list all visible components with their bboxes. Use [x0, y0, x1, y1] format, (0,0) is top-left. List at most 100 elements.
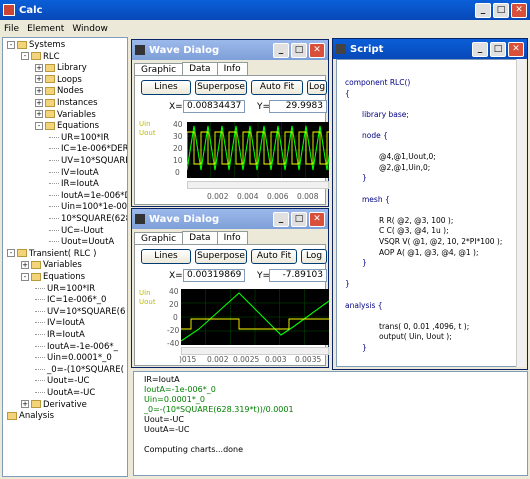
horizontal-scrollbar[interactable] — [181, 347, 329, 355]
tree-item[interactable]: + Derivative — [21, 400, 87, 411]
tree-item[interactable]: + Variables — [35, 110, 96, 121]
close-button[interactable]: ✕ — [511, 2, 527, 18]
x-value-field[interactable]: 0.00834437 — [183, 100, 245, 113]
console-line: UoutA=-UC — [144, 425, 190, 434]
script-editor[interactable]: component RLC(){library base; node {@4,@1… — [336, 59, 519, 367]
tree-item[interactable]: Uin=0.0001*_0 — [35, 353, 112, 364]
tree-item[interactable]: IR=IoutA — [35, 330, 85, 341]
tree-item[interactable]: UV=10*SQUARE(6 — [35, 307, 125, 318]
close-button[interactable]: ✕ — [309, 211, 325, 227]
code-line: { — [345, 88, 350, 98]
tree-item[interactable]: - Equations — [35, 121, 99, 132]
maximize-button[interactable]: □ — [291, 42, 307, 58]
close-button[interactable]: ✕ — [508, 41, 524, 57]
expand-icon[interactable]: + — [35, 75, 43, 84]
tab-data[interactable]: Data — [182, 231, 218, 244]
tree-item[interactable]: UR=100*IR — [49, 133, 109, 144]
menu-file[interactable]: File — [4, 24, 19, 34]
maximize-button[interactable]: □ — [291, 211, 307, 227]
tree-item[interactable]: - Equations — [21, 272, 85, 283]
tree-item[interactable]: - Transient( RLC ) — [7, 249, 96, 260]
tree-item[interactable]: IoutA=1e-006*DE — [49, 191, 127, 202]
menu-element[interactable]: Element — [27, 24, 64, 34]
wave-dialog-2-titlebar[interactable]: Wave Dialog _ □ ✕ — [132, 209, 328, 229]
tree-item[interactable]: IC=1e-006*DER(UL — [49, 144, 127, 155]
tree-item[interactable]: 10*SQUARE(628.3 — [49, 214, 127, 225]
system-tree[interactable]: - Systems - RLC + Library + Loops + Nodes + Instanc… — [2, 37, 128, 477]
tab-info[interactable]: Info — [216, 231, 248, 244]
tree-item[interactable]: + Variables — [21, 260, 82, 271]
collapse-icon[interactable]: - — [7, 40, 15, 49]
code-line: trans( 0, 0.01 ,4096, t ); — [379, 321, 470, 331]
expand-icon[interactable]: + — [35, 63, 43, 72]
wave-dialog-1-titlebar[interactable]: Wave Dialog _ □ ✕ — [132, 40, 328, 60]
auto-fit-button[interactable]: Auto Fit — [251, 80, 303, 95]
tree-item[interactable]: IV=IoutA — [35, 318, 85, 329]
expand-icon[interactable]: + — [21, 400, 29, 409]
y-value-field[interactable]: -7.89103 — [269, 269, 327, 282]
minimize-button[interactable]: _ — [472, 41, 488, 57]
folder-icon — [45, 63, 55, 72]
tree-item[interactable]: Uin=100*1e-006* — [49, 202, 127, 213]
tree-item[interactable]: IC=1e-006*_0 — [35, 295, 106, 306]
tree-item[interactable]: + Instances — [35, 98, 98, 109]
wave-plot-2[interactable] — [181, 289, 329, 345]
tree-item[interactable]: UR=100*IR — [35, 284, 95, 295]
minimize-button[interactable]: _ — [475, 2, 491, 18]
tree-item[interactable]: IoutA=-1e-006*_ — [35, 342, 118, 353]
y-value-field[interactable]: 29.9983 — [269, 100, 327, 113]
graphic-panel: Lines Superpose Auto Fit Log Sc X= 0.003… — [134, 244, 329, 366]
auto-fit-button[interactable]: Auto Fit — [251, 249, 297, 264]
tree-item[interactable]: UV=10*SQUARE(6 — [49, 156, 127, 167]
superpose-button[interactable]: Superpose — [195, 80, 247, 95]
vertical-scrollbar[interactable] — [516, 59, 526, 367]
x-tick: 0.0035 — [295, 355, 322, 364]
x-tick: 0.003 — [265, 355, 287, 364]
collapse-icon[interactable]: - — [21, 52, 29, 61]
tab-data[interactable]: Data — [182, 62, 218, 75]
maximize-button[interactable]: □ — [493, 2, 509, 18]
expand-icon[interactable]: + — [35, 86, 43, 95]
maximize-button[interactable]: □ — [490, 41, 506, 57]
close-button[interactable]: ✕ — [309, 42, 325, 58]
code-line: node { — [362, 131, 388, 140]
x-tick: )015 — [179, 355, 197, 364]
log-scale-button[interactable]: Log — [307, 80, 327, 95]
minimize-button[interactable]: _ — [273, 211, 289, 227]
tree-item[interactable]: _0=-(10*SQUARE( — [35, 365, 124, 376]
expand-icon[interactable]: + — [35, 110, 43, 119]
tree-item[interactable]: + Library — [35, 63, 87, 74]
tree-item[interactable]: + Nodes — [35, 86, 84, 97]
tab-info[interactable]: Info — [216, 62, 248, 75]
wave-plot-1[interactable] — [187, 122, 329, 178]
menu-window[interactable]: Window — [72, 24, 108, 34]
output-console[interactable]: IR=IoutA IoutA=-1e-006*_0 Uin=0.0001*_0 _0=… — [133, 371, 528, 476]
collapse-icon[interactable]: - — [21, 272, 29, 281]
lines-button[interactable]: Lines — [141, 249, 191, 264]
tree-item[interactable]: UoutA=-UC — [35, 388, 95, 399]
collapse-icon[interactable]: - — [35, 121, 43, 130]
tree-item[interactable]: UC=-Uout — [49, 226, 104, 237]
superpose-button[interactable]: Superpose — [195, 249, 247, 264]
tree-item[interactable]: Uout=-UC — [35, 376, 90, 387]
collapse-icon[interactable]: - — [7, 249, 15, 258]
code-line: analysis { — [345, 300, 383, 310]
script-titlebar[interactable]: Script _ □ ✕ — [333, 39, 527, 59]
tree-item-label: Nodes — [57, 86, 84, 97]
tree-item[interactable]: Uout=UoutA — [49, 237, 114, 248]
log-scale-button[interactable]: Log Sc — [301, 249, 327, 264]
tree-item[interactable]: + Loops — [35, 75, 82, 86]
lines-button[interactable]: Lines — [141, 80, 191, 95]
horizontal-scrollbar[interactable] — [187, 181, 329, 189]
tree-item[interactable]: - RLC — [21, 52, 60, 63]
code-line: VSQR V( @1, @2, 10, 2*PI*100 ); — [379, 237, 503, 246]
expand-icon[interactable]: + — [35, 98, 43, 107]
tree-item[interactable]: IR=IoutA — [49, 179, 99, 190]
tree-item-label: UC=-Uout — [61, 225, 104, 236]
x-value-field[interactable]: 0.00319869 — [183, 269, 245, 282]
minimize-button[interactable]: _ — [273, 42, 289, 58]
tree-item[interactable]: IV=IoutA — [49, 168, 99, 179]
tree-item[interactable]: - Systems — [7, 40, 65, 51]
tree-item[interactable]: Analysis — [7, 411, 54, 422]
expand-icon[interactable]: + — [21, 260, 29, 269]
